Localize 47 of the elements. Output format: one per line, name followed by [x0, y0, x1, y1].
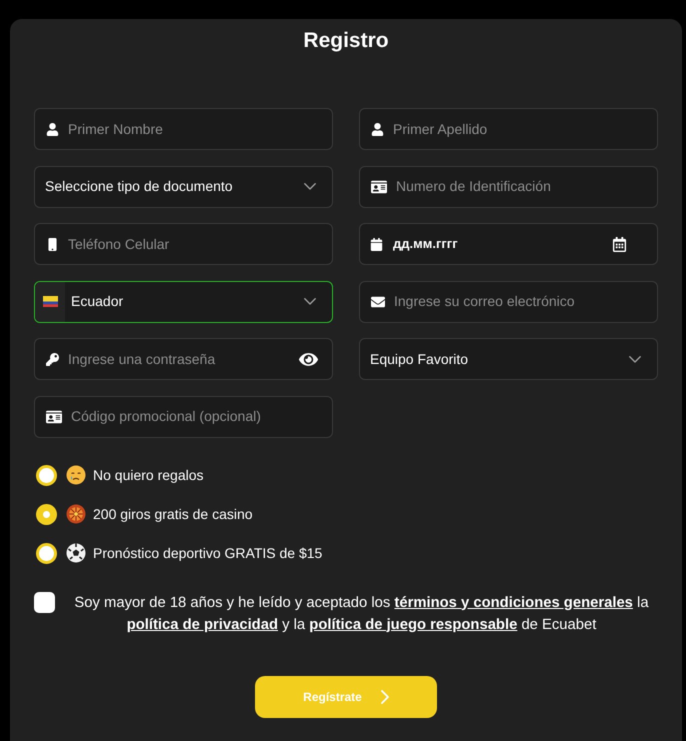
radio-button[interactable] — [36, 542, 57, 564]
date-picker-icon[interactable] — [612, 236, 627, 252]
text-input[interactable]: Primer Apellido — [393, 118, 643, 140]
text-field[interactable]: Numero de Identificación — [359, 166, 658, 208]
text-field[interactable]: Ingrese su correo electrónico — [359, 280, 658, 322]
envelope-icon — [371, 294, 385, 308]
text-input[interactable]: Ingrese su correo electrónico — [394, 291, 643, 312]
dropdown[interactable]: Seleccione tipo de documento — [34, 166, 333, 208]
date-field[interactable]: дд.мм.гггг — [359, 223, 658, 265]
person-icon — [46, 122, 59, 136]
chevron-down-icon — [304, 183, 316, 190]
terms-link[interactable]: política de privacidad — [126, 616, 278, 632]
phone-icon — [46, 238, 59, 250]
form-title: Registro — [303, 28, 389, 54]
terms-text: Soy mayor de 18 años y he leído y aceptado los términos y condiciones generales la política de privacidad y la política de juego responsable de Ecuabet — [73, 594, 650, 634]
dropdown[interactable]: Equipo Favorito — [359, 338, 658, 380]
text-field[interactable]: Primer Nombre — [34, 108, 333, 150]
text-input[interactable]: Primer Nombre — [68, 118, 318, 140]
option-label: No quiero regalos — [93, 466, 204, 485]
key-icon — [46, 352, 59, 366]
wheel-icon — [66, 504, 86, 524]
text-input[interactable]: Teléfono Celular — [68, 234, 318, 254]
soccer-ball-icon — [66, 543, 86, 563]
radio-button[interactable] — [36, 464, 57, 486]
option-label: 200 giros gratis de casino — [93, 504, 253, 524]
text-field[interactable]: Primer Apellido — [359, 108, 658, 150]
checkbox[interactable] — [34, 592, 55, 612]
country-dropdown[interactable]: Ecuador — [34, 280, 333, 322]
crying-face-icon — [66, 465, 86, 485]
person-icon — [371, 122, 384, 136]
chevron-down-icon — [304, 298, 316, 305]
text-input[interactable]: Numero de Identificación — [396, 176, 643, 197]
text-field[interactable]: Código promocional (opcional) — [34, 396, 333, 438]
text-input[interactable]: Ingrese una contraseña — [68, 348, 290, 370]
text-field[interactable]: Ingrese una contraseña — [34, 338, 333, 380]
id-card-icon — [46, 408, 62, 424]
terms-link[interactable]: términos y condiciones generales — [394, 594, 633, 610]
chevron-down-icon — [629, 356, 641, 362]
text-field[interactable]: Teléfono Celular — [34, 223, 333, 265]
option-label: Pronóstico deportivo GRATIS de $15 — [93, 544, 322, 563]
flag-icon — [42, 296, 58, 307]
terms-link[interactable]: política de juego responsable — [309, 616, 518, 632]
chevron-right-icon — [380, 690, 389, 704]
radio-button[interactable] — [36, 504, 57, 524]
text-input[interactable]: Código promocional (opcional) — [71, 406, 318, 427]
calendar-icon — [370, 238, 383, 250]
id-card-icon — [371, 178, 387, 194]
